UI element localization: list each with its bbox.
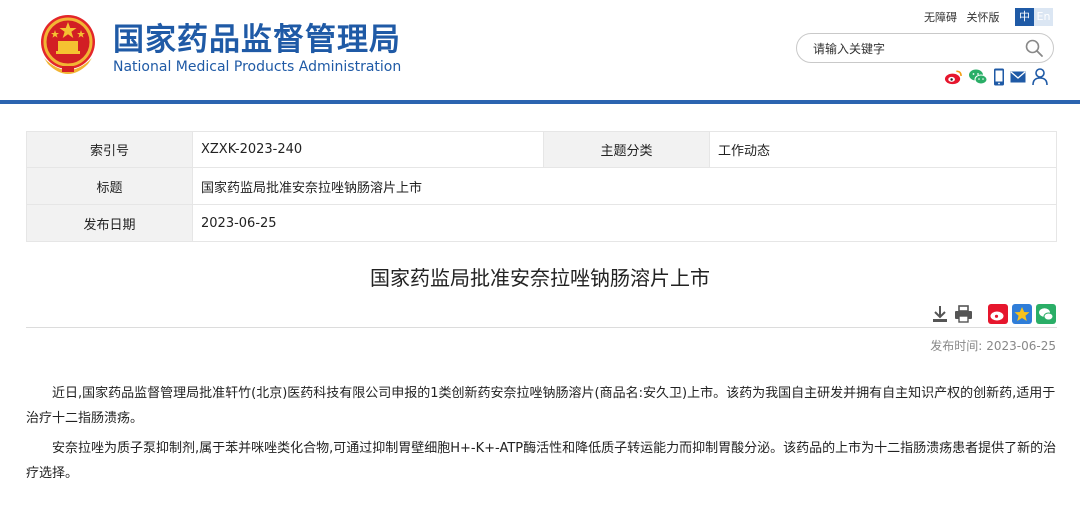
- article-paragraph: 安奈拉唑为质子泵抑制剂,属于苯并咪唑类化合物,可通过抑制胃壁细胞H+-K+-AT…: [26, 441, 1057, 481]
- user-icon[interactable]: [1032, 68, 1048, 86]
- title-value: 国家药监局批准安奈拉唑钠肠溶片上市: [192, 167, 1057, 205]
- share-qzone-icon[interactable]: [1012, 304, 1032, 324]
- wechat-icon[interactable]: [968, 68, 988, 86]
- mobile-icon[interactable]: [993, 68, 1005, 86]
- title-label: 标题: [26, 167, 193, 205]
- lang-en-button[interactable]: En: [1034, 8, 1053, 26]
- top-links: 无障碍 关怀版: [924, 9, 1006, 25]
- site-header: 国家药品监督管理局 National Medical Products Admi…: [0, 0, 1080, 104]
- site-name-en[interactable]: National Medical Products Administration: [113, 59, 401, 75]
- article-title: 国家药监局批准安奈拉唑钠肠溶片上市: [370, 266, 710, 290]
- care-mode-link[interactable]: 关怀版: [967, 11, 1000, 24]
- title-divider: [26, 327, 1057, 328]
- lang-zh-button[interactable]: 中: [1015, 8, 1034, 26]
- date-value: 2023-06-25: [192, 204, 1057, 242]
- date-label: 发布日期: [26, 204, 193, 242]
- share-weibo-icon[interactable]: [988, 304, 1008, 324]
- index-label: 索引号: [26, 131, 193, 168]
- accessibility-link[interactable]: 无障碍: [924, 11, 957, 24]
- publish-time-value: 2023-06-25: [986, 339, 1056, 353]
- article-paragraph: 近日,国家药品监督管理局批准轩竹(北京)医药科技有限公司申报的1类创新药安奈拉唑…: [26, 386, 1056, 426]
- search-icon[interactable]: [1024, 38, 1044, 58]
- table-row: 发布日期 2023-06-25: [26, 204, 1057, 242]
- category-label: 主题分类: [543, 131, 710, 168]
- header-divider-bar: [0, 100, 1080, 104]
- mail-icon[interactable]: [1010, 68, 1026, 86]
- table-row: 索引号 XZXK-2023-240 主题分类 工作动态: [26, 131, 1057, 168]
- publish-time: 发布时间: 2023-06-25: [926, 337, 1056, 354]
- national-emblem-icon[interactable]: [36, 12, 100, 76]
- search-box: [796, 33, 1054, 63]
- publish-time-label: 发布时间:: [930, 339, 983, 353]
- download-icon[interactable]: [931, 304, 949, 324]
- table-row: 标题 国家药监局批准安奈拉唑钠肠溶片上市: [26, 167, 1057, 205]
- site-name-cn[interactable]: 国家药品监督管理局: [113, 14, 401, 59]
- weibo-icon[interactable]: [944, 68, 963, 86]
- search-input[interactable]: [811, 39, 1015, 59]
- info-table: 索引号 XZXK-2023-240 主题分类 工作动态 标题 国家药监局批准安奈…: [26, 131, 1057, 242]
- print-icon[interactable]: [954, 304, 973, 324]
- share-wechat-icon[interactable]: [1036, 304, 1056, 324]
- index-value: XZXK-2023-240: [192, 131, 544, 168]
- category-value: 工作动态: [709, 131, 1057, 168]
